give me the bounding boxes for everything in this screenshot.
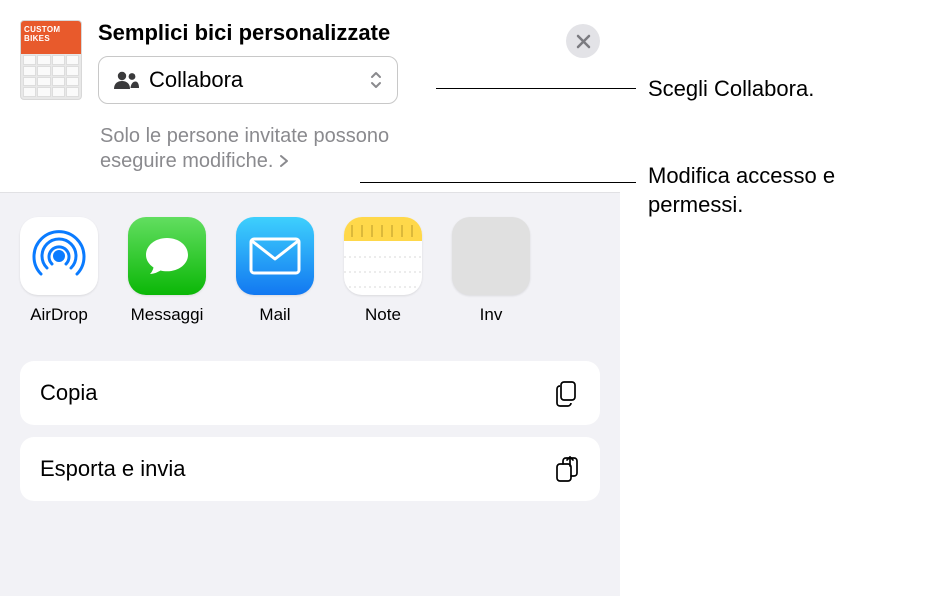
- share-apps-row: AirDrop Messaggi Mail: [0, 193, 620, 339]
- callout-choose: Scegli Collabora.: [648, 75, 814, 104]
- share-label: Note: [365, 305, 401, 325]
- action-label: Copia: [40, 380, 97, 406]
- thumb-title: CUSTOM BIKES: [24, 25, 81, 43]
- thumb-calendar-grid: [21, 53, 81, 99]
- actions-list: Copia Esporta e invia: [0, 339, 620, 501]
- callout-line: [360, 182, 636, 183]
- share-label: Mail: [259, 305, 290, 325]
- people-icon: [113, 71, 139, 89]
- share-label: Inv: [480, 305, 503, 325]
- share-notes[interactable]: Note: [344, 217, 422, 325]
- share-label: AirDrop: [30, 305, 88, 325]
- copy-icon: [552, 379, 580, 407]
- share-airdrop[interactable]: AirDrop: [20, 217, 98, 325]
- permissions-text: Solo le persone invitate possono eseguir…: [100, 124, 460, 174]
- dropdown-label: Collabora: [149, 67, 359, 93]
- close-button[interactable]: [566, 24, 600, 58]
- messages-icon: [128, 217, 206, 295]
- document-thumbnail: CUSTOM BIKES: [20, 20, 82, 100]
- action-label: Esporta e invia: [40, 456, 186, 482]
- close-icon: [576, 34, 591, 49]
- share-mail[interactable]: Mail: [236, 217, 314, 325]
- header-main: Semplici bici personalizzate Collabora: [98, 20, 550, 104]
- chevron-right-icon: [279, 154, 289, 168]
- callout-line: [436, 88, 636, 89]
- export-icon: [552, 455, 580, 483]
- collaborate-dropdown[interactable]: Collabora: [98, 56, 398, 104]
- share-sheet: CUSTOM BIKES Semplici bici personalizzat…: [0, 0, 620, 596]
- notes-icon: [344, 217, 422, 295]
- share-messages[interactable]: Messaggi: [128, 217, 206, 325]
- action-export[interactable]: Esporta e invia: [20, 437, 600, 501]
- more-icon: [452, 217, 530, 295]
- updown-chevron-icon: [369, 70, 383, 90]
- action-copy[interactable]: Copia: [20, 361, 600, 425]
- share-more[interactable]: Inv: [452, 217, 530, 325]
- document-title: Semplici bici personalizzate: [98, 20, 550, 46]
- share-label: Messaggi: [131, 305, 204, 325]
- airdrop-icon: [20, 217, 98, 295]
- callout-modify: Modifica accesso e permessi.: [648, 162, 908, 219]
- mail-icon: [236, 217, 314, 295]
- sheet-header: CUSTOM BIKES Semplici bici personalizzat…: [0, 0, 620, 120]
